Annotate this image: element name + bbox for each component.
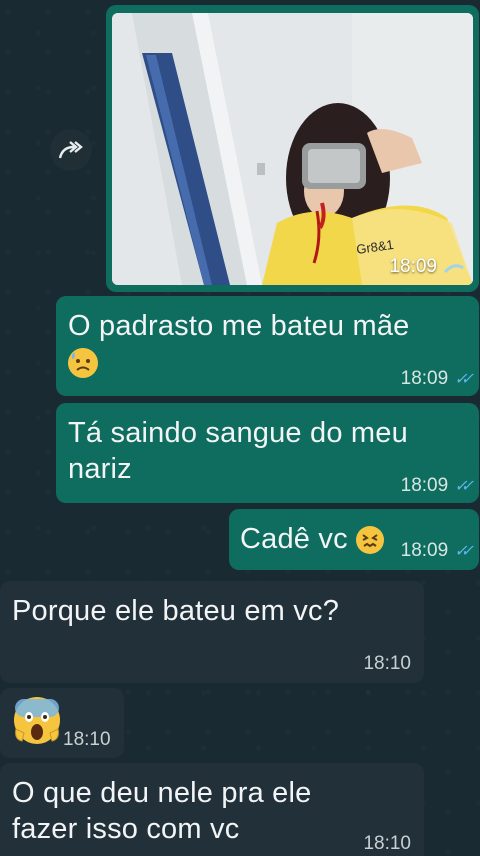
message-time: 18:10: [363, 833, 411, 854]
screaming-face-emoji: [14, 697, 60, 744]
message-meta: 18:10: [363, 653, 411, 675]
incoming-message[interactable]: Porque ele bateu em vc? 18:10: [0, 581, 424, 683]
message-time: 18:09: [400, 368, 449, 389]
media-status-icon: [443, 264, 464, 274]
forward-icon: [58, 141, 83, 159]
chat-view: Gr8&1 18:09 O padrasto me bateu mãe 18:0…: [0, 0, 480, 856]
message-meta: 18:10: [63, 729, 111, 751]
photo-illustration: Gr8&1: [112, 13, 473, 285]
message-text: Porque ele bateu em vc?: [12, 595, 340, 627]
message-time: 18:09: [400, 475, 449, 496]
outgoing-message[interactable]: Cadê vc 18:09 ✓✓: [229, 509, 479, 570]
message-time: 18:09: [400, 540, 449, 561]
message-time: 18:09: [389, 256, 437, 277]
incoming-message[interactable]: O que deu nele pra ele fazer isso com vc…: [0, 763, 424, 856]
confounded-emoji: [356, 526, 385, 555]
read-ticks-icon: ✓✓: [454, 371, 474, 388]
message-text: O padrasto me bateu mãe: [68, 310, 410, 342]
outgoing-message[interactable]: Tá saindo sangue do meu nariz 18:09 ✓✓: [56, 403, 479, 503]
message-text: O que deu nele pra ele fazer isso com vc: [12, 777, 312, 845]
message-text: Cadê vc: [240, 523, 348, 555]
photo-thumbnail[interactable]: Gr8&1: [112, 13, 473, 285]
image-message[interactable]: Gr8&1 18:09: [106, 5, 479, 292]
message-meta: 18:09 ✓✓: [400, 368, 474, 390]
sad-sweat-emoji: [68, 348, 98, 379]
read-ticks-icon: ✓✓: [454, 543, 474, 560]
message-time: 18:10: [363, 653, 411, 674]
incoming-message[interactable]: 18:10: [0, 688, 124, 758]
outgoing-message[interactable]: O padrasto me bateu mãe 18:09 ✓✓: [56, 296, 479, 396]
message-meta: 18:09 ✓✓: [400, 540, 474, 562]
message-meta: 18:09 ✓✓: [400, 475, 474, 497]
message-time: 18:10: [63, 729, 111, 750]
forward-button[interactable]: [50, 129, 92, 171]
message-meta: 18:10: [363, 833, 411, 855]
message-meta: 18:09: [389, 256, 465, 278]
read-ticks-icon: ✓✓: [454, 478, 474, 495]
